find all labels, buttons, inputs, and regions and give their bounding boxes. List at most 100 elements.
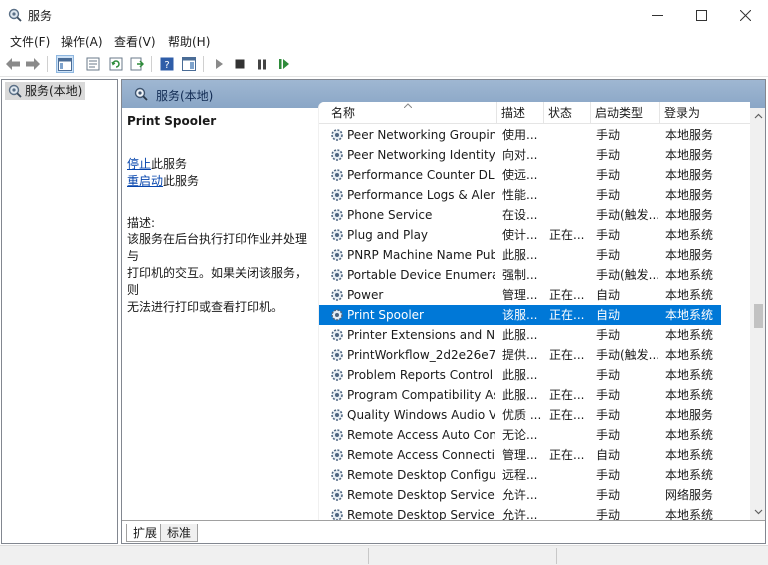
service-status-cell (549, 145, 589, 165)
minimize-icon (651, 14, 663, 16)
table-row[interactable]: Program Compatibility Assi... 此服... 正在... 手… (319, 385, 750, 405)
table-row[interactable]: Remote Access Connectio... 管理... 正在... 自动 本地… (319, 445, 750, 465)
restart-service-button[interactable] (275, 55, 293, 73)
table-row[interactable]: Plug and Play 使计... 正在... 手动 本地系统 (319, 225, 750, 245)
close-button[interactable] (722, 0, 768, 30)
window-title: 服务 (28, 9, 53, 23)
selected-service-name: Print Spooler (127, 114, 217, 128)
tab-standard[interactable]: 标准 (160, 524, 199, 542)
restart-icon (279, 59, 289, 69)
scrollbar-thumb[interactable] (754, 304, 763, 328)
service-startup-type-cell: 手动(触发... (596, 348, 658, 362)
console-tree-icon (58, 57, 72, 71)
service-gear-icon (330, 508, 344, 520)
table-row[interactable]: Portable Device Enumerat... 强制... 手动(触发...… (319, 265, 750, 285)
menu-view[interactable]: 查看(V) (114, 33, 156, 50)
service-logon-cell: 本地系统 (665, 368, 714, 382)
restart-suffix: 此服务 (163, 174, 200, 188)
service-gear-icon (330, 268, 344, 282)
service-name-cell: Phone Service (347, 208, 433, 222)
toolbar-separator (151, 56, 152, 72)
menu-bar: 文件(F) 操作(A) 查看(V) 帮助(H) (0, 30, 768, 50)
play-icon (216, 59, 223, 69)
service-status-cell (549, 325, 589, 345)
pause-service-button[interactable] (253, 55, 271, 73)
service-logon-cell: 本地系统 (665, 348, 714, 362)
service-gear-icon (330, 348, 344, 362)
service-status-cell (549, 165, 589, 185)
column-header-startup-type[interactable]: 启动类型 (591, 102, 660, 124)
view-tabs: 扩展 标准 (122, 520, 765, 543)
service-name-cell: Remote Access Auto Conn... (347, 428, 495, 442)
service-startup-type-cell: 自动 (596, 448, 621, 462)
stop-service-link[interactable]: 停止 (127, 157, 151, 171)
service-description-cell: 管理... (502, 288, 538, 302)
refresh-button[interactable] (107, 55, 125, 73)
service-description-cell: 允许... (502, 488, 538, 502)
column-header-log-on-as[interactable]: 登录为 (660, 102, 750, 124)
table-row[interactable]: Remote Desktop Services ... 允许... 手动 本地系统 (319, 505, 750, 520)
table-row[interactable]: Power 管理... 正在... 自动 本地系统 (319, 285, 750, 305)
action-pane-icon (182, 57, 196, 71)
console-tree-button[interactable] (56, 55, 74, 73)
service-logon-cell: 本地服务 (665, 188, 714, 202)
tab-extended[interactable]: 扩展 (126, 524, 165, 542)
table-row[interactable]: Remote Desktop Services 允许... 手动 网络服务 (319, 485, 750, 505)
tree-item-services-local[interactable]: 服务(本地) (5, 82, 86, 100)
start-service-button[interactable] (210, 55, 228, 73)
minimize-button[interactable] (634, 0, 680, 30)
properties-button[interactable] (84, 55, 102, 73)
table-row[interactable]: Problem Reports Control P... 此服... 手动 本地系统 (319, 365, 750, 385)
scroll-up-icon[interactable] (754, 112, 763, 121)
column-header-description[interactable]: 描述 (497, 102, 544, 124)
stop-service-button[interactable] (231, 55, 249, 73)
table-row[interactable]: Remote Access Auto Conn... 无论... 手动 本地系统 (319, 425, 750, 445)
description-line: 打印机的交互。如果关闭该服务，则 (127, 266, 308, 297)
service-name-cell: Remote Desktop Services ... (347, 508, 495, 520)
service-gear-icon (330, 448, 344, 462)
service-description-cell: 此服... (502, 328, 538, 342)
service-gear-icon (330, 128, 344, 142)
service-status-cell (549, 185, 589, 205)
table-row[interactable]: Print Spooler 该服... 正在... 自动 本地系统 (319, 305, 721, 325)
service-status-cell: 正在... (549, 228, 585, 242)
table-row[interactable]: Printer Extensions and Noti... 此服... 手动 本地系… (319, 325, 750, 345)
show-hide-action-pane-button[interactable] (180, 55, 198, 73)
service-name-cell: Program Compatibility Assi... (347, 388, 495, 402)
service-description-cell: 使远... (502, 168, 538, 182)
table-row[interactable]: Peer Networking Grouping 使用... 手动 本地服务 (319, 125, 750, 145)
back-button[interactable] (4, 55, 22, 73)
table-row[interactable]: Performance Counter DLL ... 使远... 手动 本地服务 (319, 165, 750, 185)
service-description-cell: 无论... (502, 428, 538, 442)
table-row[interactable]: Performance Logs & Alerts 性能... 手动 本地服务 (319, 185, 750, 205)
list-header: 名称 描述 状态 启动类型 登录为 (319, 102, 750, 124)
toolbar-separator (203, 56, 204, 72)
table-row[interactable]: PrintWorkflow_2d2e26e7 提供... 正在... 手动(触发...… (319, 345, 750, 365)
export-list-button[interactable] (128, 55, 146, 73)
main-pane: 服务(本地) Print Spooler 停止此服务 重启动此服务 描述: 该服… (121, 79, 766, 544)
help-button[interactable]: ? (158, 55, 176, 73)
service-description-cell: 远程... (502, 468, 538, 482)
service-name-cell: Peer Networking Identity ... (347, 148, 495, 162)
table-row[interactable]: Phone Service 在设... 手动(触发... 本地服务 (319, 205, 750, 225)
service-description-cell: 允许... (502, 508, 538, 520)
sort-ascending-icon (404, 103, 412, 108)
scroll-down-icon[interactable] (754, 507, 763, 516)
vertical-scrollbar[interactable] (750, 108, 765, 520)
table-row[interactable]: Remote Desktop Configur... 远程... 手动 本地系统 (319, 465, 750, 485)
menu-file[interactable]: 文件(F) (10, 33, 50, 50)
menu-help[interactable]: 帮助(H) (168, 33, 210, 50)
forward-button[interactable] (24, 55, 42, 73)
menu-action[interactable]: 操作(A) (61, 33, 103, 50)
table-row[interactable]: Quality Windows Audio Vi... 优质 ... 正在... 手动… (319, 405, 750, 425)
service-status-cell: 正在... (549, 308, 585, 322)
column-header-status[interactable]: 状态 (544, 102, 591, 124)
table-row[interactable]: Peer Networking Identity ... 向对... 手动 本地服务 (319, 145, 750, 165)
stop-suffix: 此服务 (151, 157, 188, 171)
service-gear-icon (330, 208, 344, 222)
maximize-button[interactable] (678, 0, 724, 30)
column-header-name[interactable]: 名称 (319, 102, 497, 124)
table-row[interactable]: PNRP Machine Name Publ... 此服... 手动 本地服务 (319, 245, 750, 265)
restart-service-link[interactable]: 重启动 (127, 174, 163, 188)
status-divider (556, 548, 557, 564)
